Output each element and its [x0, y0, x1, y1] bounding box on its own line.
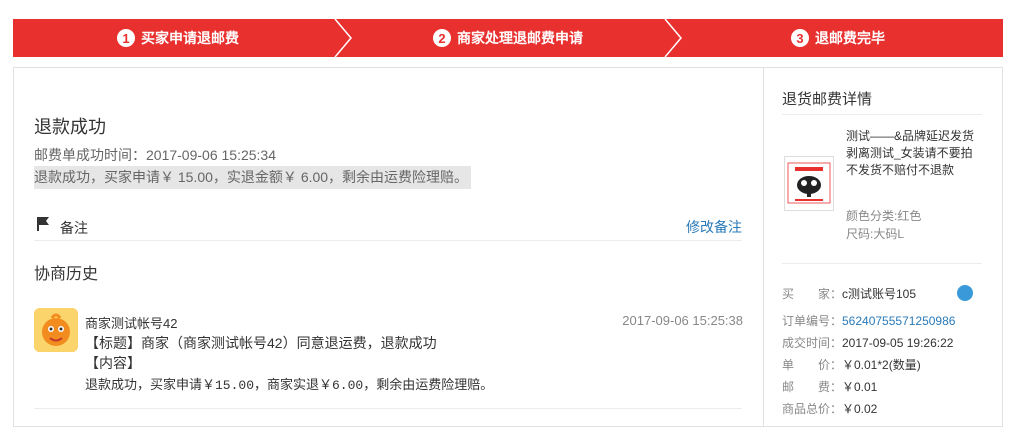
message-author: 商家测试帐号42: [85, 316, 178, 331]
deal-time-row: 成交时间：2017-09-05 19:26:22: [782, 334, 953, 351]
sidebar-title: 退货邮费详情: [782, 91, 873, 108]
progress-steps: 1 买家申请退邮费 2 商家处理退邮费申请 3 退邮费完毕: [13, 19, 1003, 57]
step-number: 1: [117, 29, 135, 47]
postage-label: 邮 费：: [782, 380, 843, 394]
note-row: 备注 修改备注: [34, 213, 742, 241]
total: ￥0.02: [842, 402, 878, 416]
chevron-right-icon: [333, 19, 353, 57]
note-label: 备注: [60, 220, 88, 236]
step-label: 退邮费完毕: [815, 30, 885, 46]
chevron-right-icon: [663, 19, 683, 57]
step-number: 3: [791, 29, 809, 47]
message-title-line: 【标题】商家（商家测试帐号42）同意退运费，退款成功: [85, 335, 437, 351]
step-number: 2: [433, 29, 451, 47]
divider: [34, 408, 742, 409]
flag-icon: [36, 216, 50, 235]
step-2: 2 商家处理退邮费申请: [343, 19, 682, 57]
product-image[interactable]: [784, 156, 834, 211]
order-number-link[interactable]: 56240755571250986: [842, 314, 955, 328]
order-row: 订单编号：56240755571250986: [782, 312, 955, 329]
postage: ￥0.01: [842, 380, 878, 394]
step-label: 买家申请退邮费: [141, 30, 239, 46]
deal-time-label: 成交时间：: [782, 336, 843, 350]
success-time: 邮费单成功时间：2017-09-06 15:25:34: [34, 147, 276, 163]
refund-status-title: 退款成功: [34, 117, 106, 137]
edit-note-link[interactable]: 修改备注: [686, 217, 742, 237]
step-1: 1 买家申请退邮费: [13, 19, 352, 57]
avatar: [34, 308, 78, 352]
message-time: 2017-09-06 15:25:38: [622, 313, 743, 328]
refund-main-panel: 退款成功 邮费单成功时间：2017-09-06 15:25:34 退款成功，买家…: [13, 67, 763, 427]
product-size: 尺码:大码L: [846, 227, 905, 241]
price-label: 单 价：: [782, 358, 843, 372]
step-label: 商家处理退邮费申请: [457, 30, 583, 46]
order-label: 订单编号：: [782, 314, 843, 328]
deal-time: 2017-09-05 19:26:22: [842, 336, 954, 350]
message-content-text: 退款成功，买家申请￥15.00，商家实退￥6.00，剩余由运费险理赔。: [85, 378, 494, 393]
postage-detail-sidebar: 退货邮费详情 测试——&品牌延迟发货剥离测试_女装请不要拍不发货不赔付不退款 颜…: [763, 67, 1003, 427]
product-name-link[interactable]: 测试——&品牌延迟发货剥离测试_女装请不要拍不发货不赔付不退款: [846, 128, 976, 179]
postage-row: 邮 费：￥0.01: [782, 378, 877, 395]
buyer-name: c测试账号105: [842, 287, 917, 301]
total-row: 商品总价：￥0.02: [782, 400, 877, 417]
divider: [782, 263, 982, 264]
buyer-label: 买 家：: [782, 287, 843, 301]
product-color: 颜色分类:红色: [846, 209, 922, 223]
refund-result-text: 退款成功，买家申请￥ 15.00，实退金额￥ 6.00，剩余由运费险理赔。: [34, 166, 472, 189]
history-title: 协商历史: [34, 266, 99, 283]
price-row: 单 价：￥0.01*2(数量): [782, 356, 921, 373]
total-label: 商品总价：: [782, 402, 843, 416]
chat-icon[interactable]: [957, 285, 973, 301]
message-content-label: 【内容】: [85, 355, 141, 371]
divider: [782, 114, 982, 115]
step-3: 3 退邮费完毕: [673, 19, 1003, 57]
price: ￥0.01*2(数量): [842, 358, 921, 372]
buyer-row: 买 家：c测试账号105: [782, 285, 916, 302]
